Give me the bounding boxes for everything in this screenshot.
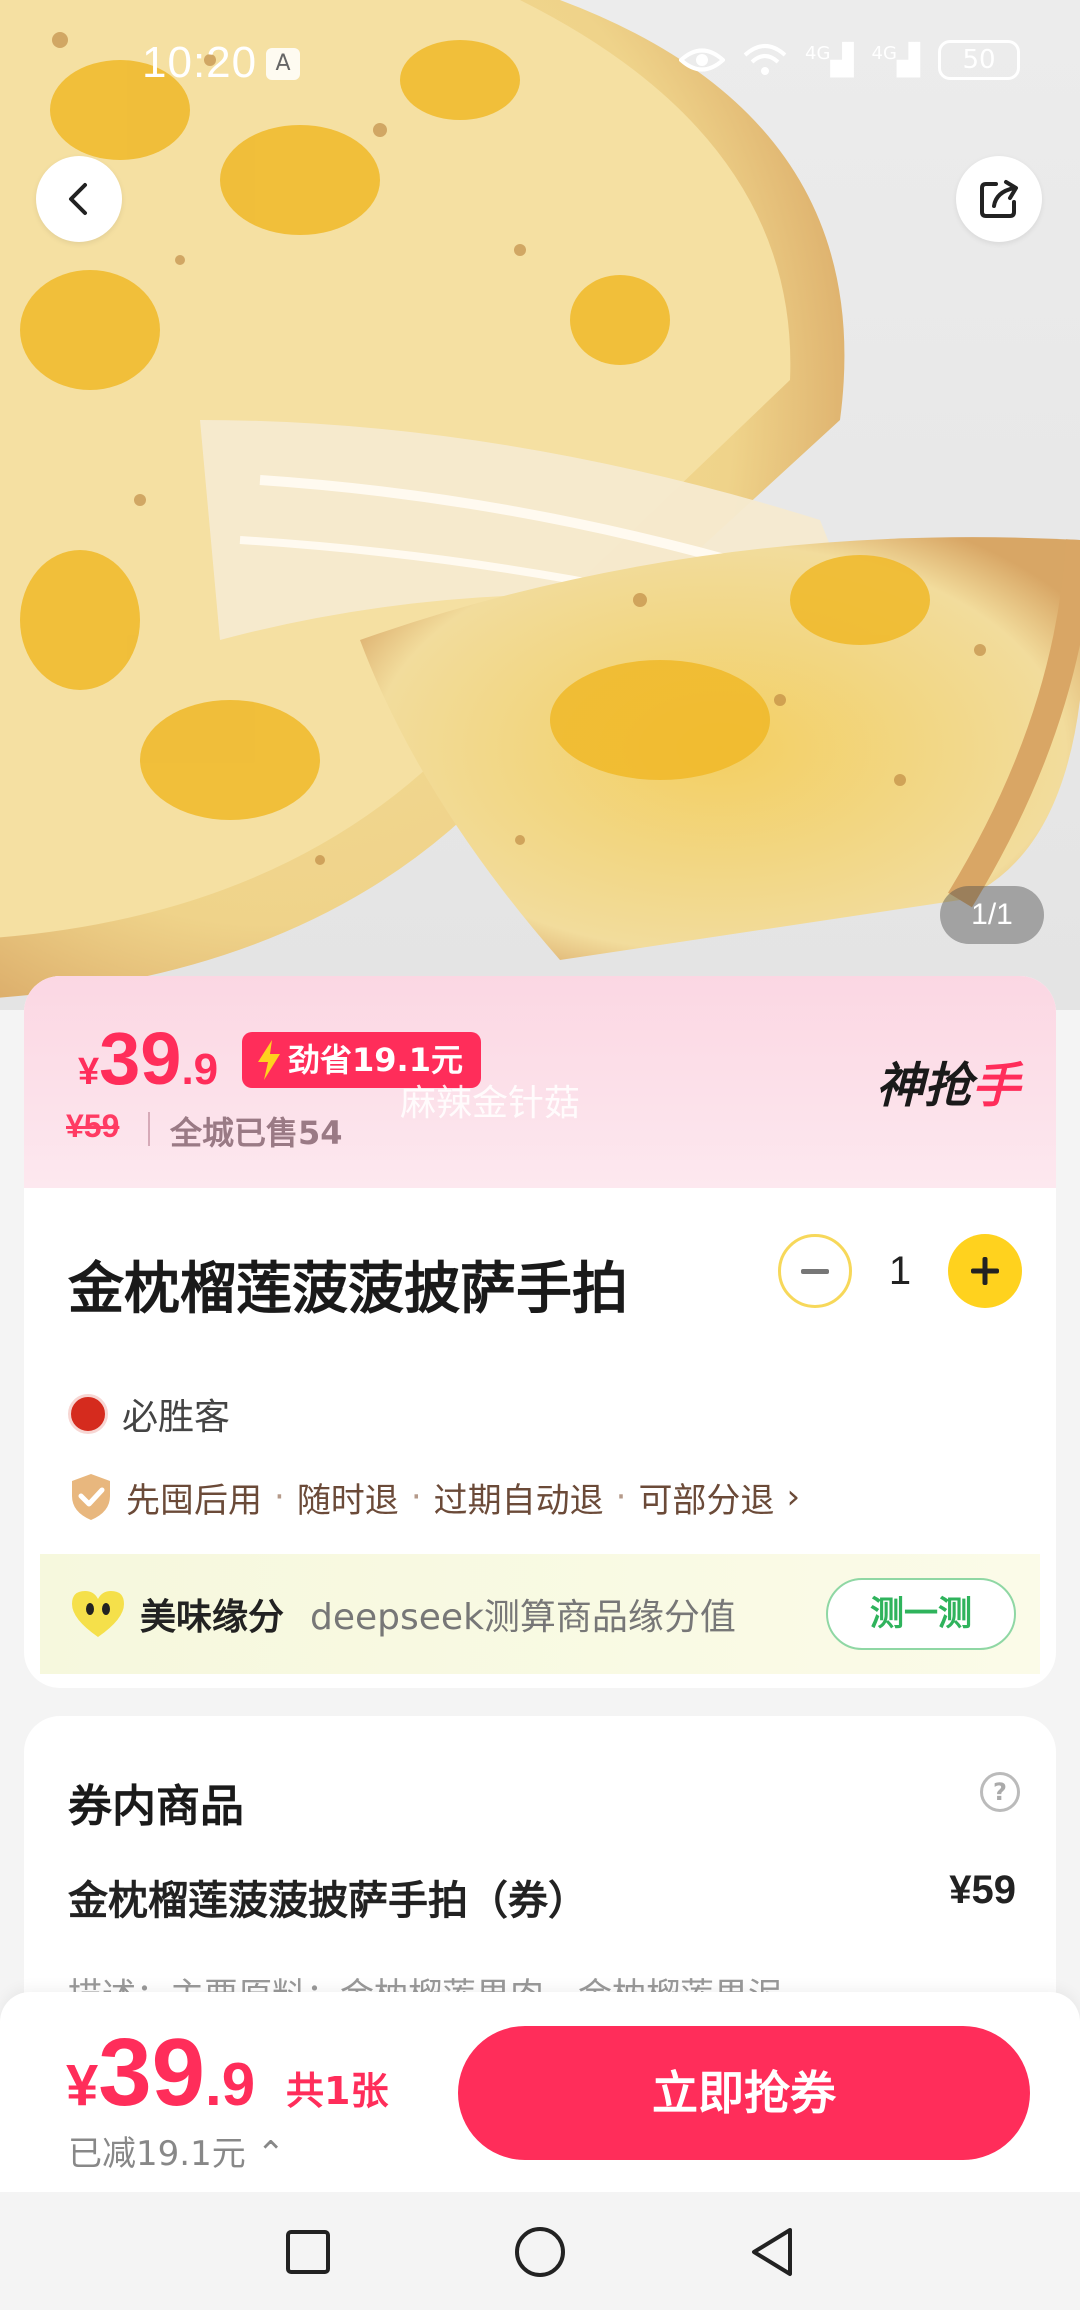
policy-item: 先囤后用	[126, 1480, 262, 1521]
taste-test-button[interactable]: 测一测	[826, 1578, 1016, 1650]
heart-face-icon	[72, 1591, 124, 1637]
sold-count: 全城已售54	[170, 1114, 343, 1152]
status-icons: 4G▟ 4G▟ 50	[679, 40, 1020, 80]
coupon-count: 共1张	[286, 2069, 389, 2113]
chevron-left-icon	[69, 183, 87, 215]
price-decimal: .9	[181, 1045, 219, 1094]
status-badge: A	[266, 48, 300, 80]
shield-check-icon	[72, 1474, 110, 1520]
refund-policy[interactable]: 先囤后用 · 随时退 · 过期自动退 · 可部分退 ›	[68, 1472, 800, 1522]
quantity-stepper: 1	[778, 1234, 1022, 1308]
network-type-1: 4G▟	[805, 42, 854, 78]
decrease-button[interactable]	[778, 1234, 852, 1308]
product-info-card: ¥39.9 劲省19.1元 ¥59 全城已售54 麻辣金针菇 神抢手 金枕榴莲菠…	[24, 976, 1056, 1688]
pizza-photo	[0, 0, 1080, 998]
lightning-icon	[258, 1040, 280, 1080]
coupon-items-title: 券内商品	[68, 1781, 244, 1832]
separator-dot: ·	[615, 1477, 627, 1517]
discount-amount: 已减19.1元	[68, 2134, 246, 2174]
chevron-right-icon: ›	[786, 1477, 801, 1517]
total-currency: ¥	[66, 2053, 99, 2118]
price-band: ¥39.9 劲省19.1元 ¥59 全城已售54 麻辣金针菇 神抢手	[24, 976, 1056, 1188]
total-integer: 39	[98, 2019, 206, 2126]
brand-logo-text: 神抢	[875, 1058, 972, 1114]
circle-icon	[515, 2227, 565, 2277]
minus-icon	[801, 1269, 829, 1274]
coupon-item-name: 金枕榴莲菠菠披萨手拍（券）	[68, 1878, 588, 1924]
taste-match-banner: 美味缘分 deepseek测算商品缘分值 测一测	[40, 1554, 1040, 1674]
eye-icon	[679, 48, 726, 72]
system-nav-bar	[0, 2192, 1080, 2310]
original-price: ¥59	[66, 1108, 120, 1144]
price-currency: ¥	[78, 1051, 100, 1093]
home-button[interactable]	[510, 2222, 570, 2282]
separator-dot: ·	[410, 1477, 422, 1517]
grab-coupon-button[interactable]: 立即抢券	[458, 2026, 1030, 2160]
network-type-2: 4G▟	[871, 42, 920, 78]
divider	[148, 1112, 150, 1146]
image-watermark: 麻辣金针菇	[400, 1083, 581, 1124]
image-counter: 1/1	[940, 886, 1044, 944]
wifi-icon	[743, 44, 787, 75]
plus-icon	[971, 1257, 999, 1285]
price-integer: 39	[99, 1017, 182, 1100]
back-nav-button[interactable]	[742, 2222, 802, 2282]
chevron-up-icon: ⌃	[256, 2134, 286, 2174]
current-price: ¥39.9	[78, 1016, 218, 1101]
quantity-value: 1	[888, 1248, 912, 1293]
back-button[interactable]	[36, 156, 122, 242]
total-price: ¥39.9	[66, 2018, 255, 2128]
brand-logo: 神抢手	[876, 1046, 1020, 1116]
coupon-items-card: 券内商品 ? 金枕榴莲菠菠披萨手拍（券） ¥59 描述：主要原料：金枕榴莲果肉、…	[24, 1716, 1056, 2036]
product-title: 金枕榴莲菠菠披萨手拍	[68, 1257, 628, 1322]
increase-button[interactable]	[948, 1234, 1022, 1308]
product-image-carousel[interactable]: 10:20 A 4G▟ 4G▟ 50 1/1	[0, 0, 1080, 1010]
brand-logo-accent: 手	[971, 1058, 1020, 1114]
battery-indicator: 50	[938, 40, 1020, 80]
store-name: 必胜客	[122, 1397, 231, 1438]
coupon-item-price: ¥59	[949, 1868, 1016, 1912]
store-link[interactable]: 必胜客	[68, 1388, 230, 1440]
policy-item: 随时退	[296, 1480, 399, 1521]
total-decimal: .9	[205, 2051, 256, 2118]
status-bar: 10:20 A 4G▟ 4G▟ 50	[0, 0, 1080, 130]
triangle-back-icon	[752, 2228, 792, 2276]
taste-match-description: deepseek测算商品缘分值	[310, 1597, 736, 1638]
share-icon	[980, 180, 1018, 218]
share-button[interactable]	[956, 156, 1042, 242]
discount-details-toggle[interactable]: 已减19.1元 ⌃	[68, 2126, 285, 2175]
status-time: 10:20	[142, 38, 258, 87]
policy-item: 可部分退	[638, 1480, 775, 1521]
purchase-bar: ¥39.9 共1张 已减19.1元 ⌃ 立即抢券	[0, 1992, 1080, 2192]
taste-match-title: 美味缘分	[140, 1597, 285, 1638]
separator-dot: ·	[274, 1477, 285, 1517]
recents-button[interactable]	[278, 2222, 338, 2282]
square-icon	[286, 2230, 330, 2274]
policy-item: 过期自动退	[433, 1480, 604, 1521]
store-logo-icon	[68, 1394, 108, 1434]
help-icon[interactable]: ?	[980, 1772, 1020, 1812]
